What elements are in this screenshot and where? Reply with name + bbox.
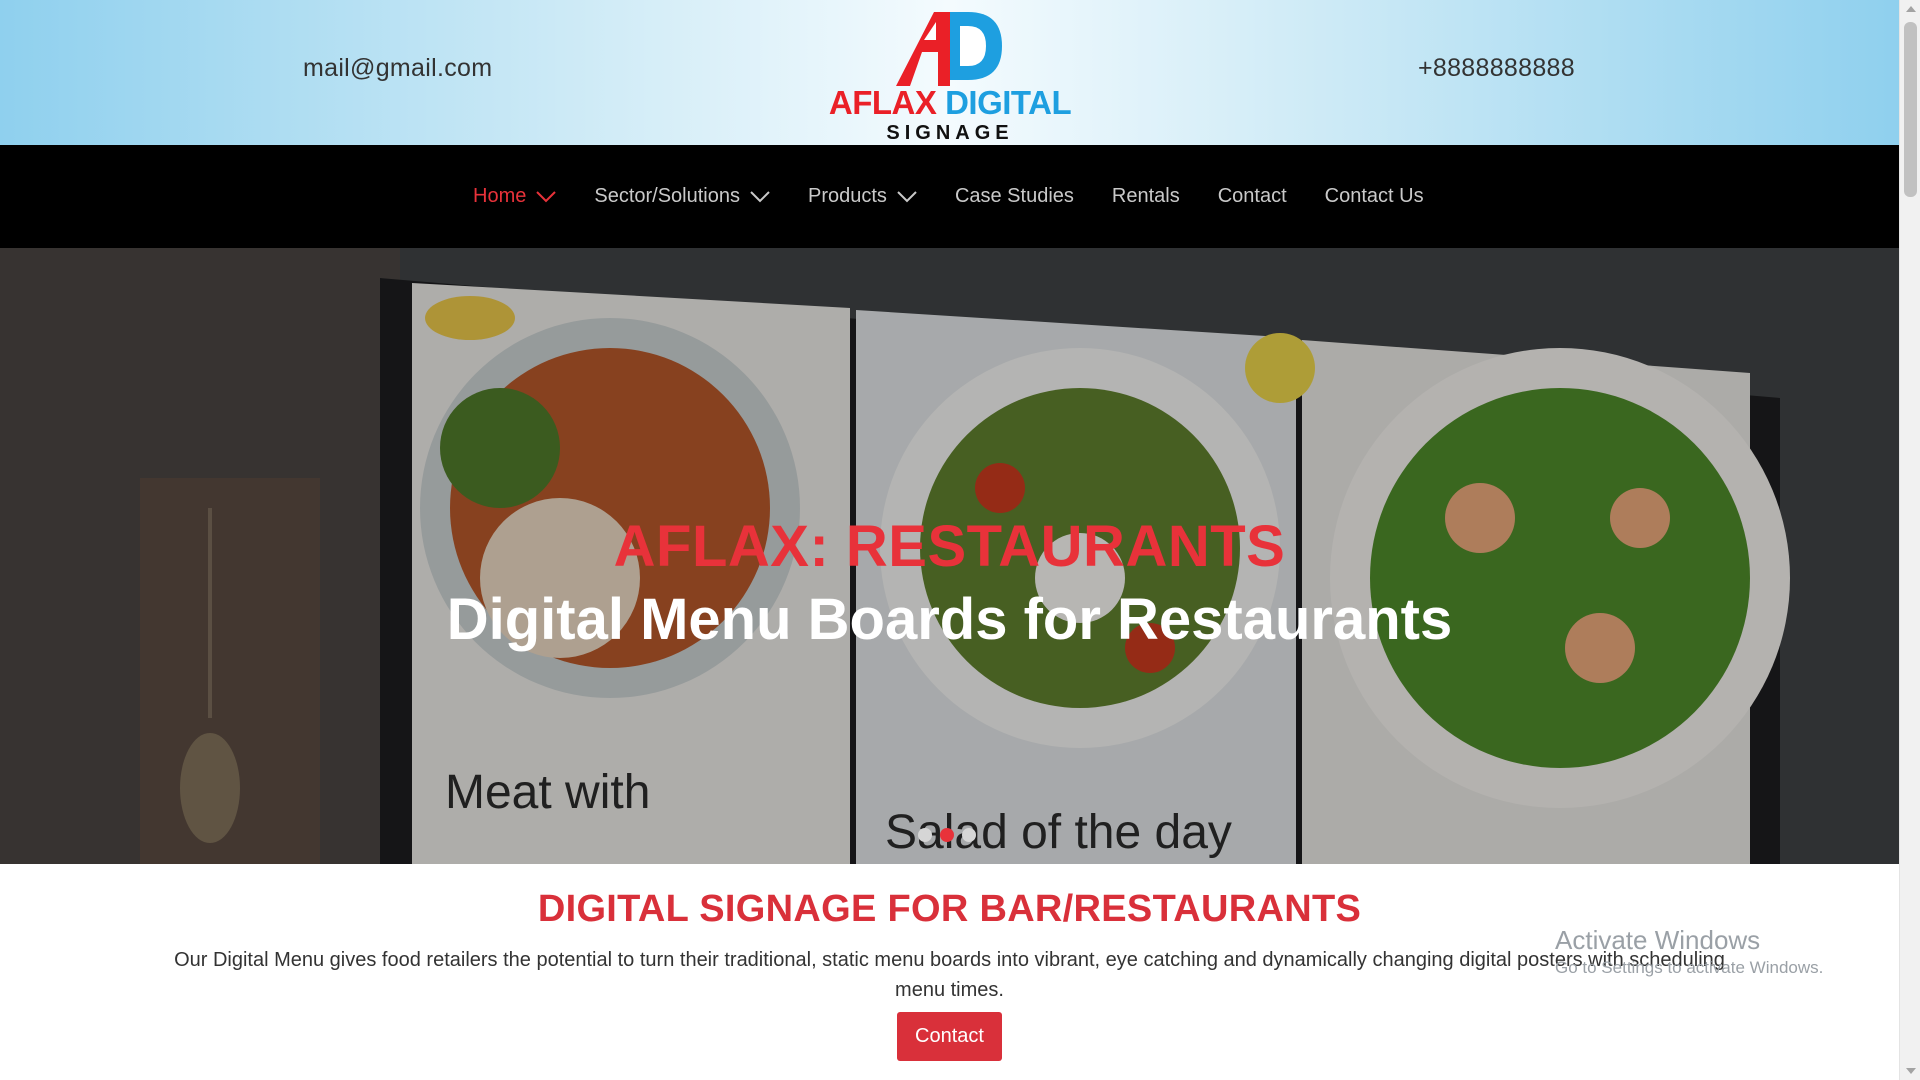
nav-item-case-studies[interactable]: Case Studies bbox=[955, 185, 1074, 208]
hero-kicker: AFLAX: RESTAURANTS bbox=[613, 514, 1286, 579]
phone-link[interactable]: +8888888888 bbox=[1418, 54, 1575, 83]
scrollbar-thumb[interactable] bbox=[1904, 22, 1917, 197]
scroll-down-arrow-icon[interactable] bbox=[1906, 1068, 1916, 1074]
nav-item-label: Case Studies bbox=[954, 185, 1074, 207]
nav-item-contact-us[interactable]: Contact Us bbox=[1325, 185, 1424, 208]
nav-item-label: Products bbox=[808, 185, 887, 207]
contact-button[interactable]: Contact bbox=[897, 1012, 1002, 1061]
nav-item-rentals[interactable]: Rentals bbox=[1112, 185, 1180, 208]
watermark-line-1: Activate Windows bbox=[1555, 925, 1761, 955]
logo-subtitle: SIGNAGE bbox=[886, 122, 1014, 144]
nav-item-home[interactable]: Home bbox=[473, 185, 557, 208]
chevron-down-icon bbox=[536, 190, 557, 202]
slider-dot-1[interactable] bbox=[918, 828, 932, 842]
email-link[interactable]: mail@gmail.com bbox=[303, 54, 492, 83]
nav-item-contact[interactable]: Contact bbox=[1218, 185, 1287, 208]
watermark-line-2: Go to Settings to activate Windows. bbox=[1555, 958, 1824, 977]
nav-item-sector-solutions[interactable]: Sector/Solutions bbox=[594, 185, 770, 208]
hero-slider: Meat with Salad of the day AFLAX: RESTAU… bbox=[0, 248, 1899, 864]
chevron-down-icon bbox=[750, 190, 770, 202]
scroll-up-arrow-icon[interactable] bbox=[1906, 6, 1916, 12]
nav-item-label: Home bbox=[473, 185, 527, 207]
logo-mark-icon bbox=[896, 12, 1002, 86]
slider-dot-3[interactable] bbox=[962, 828, 976, 842]
page: mail@gmail.com AFLAX DIGITAL SIGNAGE +88… bbox=[0, 0, 1899, 1080]
nav-item-label: Rentals bbox=[1111, 185, 1180, 207]
top-header: mail@gmail.com AFLAX DIGITAL SIGNAGE +88… bbox=[0, 0, 1899, 145]
logo-word-red: AFLAX bbox=[828, 84, 937, 121]
chevron-down-icon bbox=[897, 190, 917, 202]
section-description: Our Digital Menu gives food retailers th… bbox=[174, 949, 1725, 1001]
main-nav: Home Sector/Solutions Products Case Stud… bbox=[0, 145, 1899, 248]
nav-item-label: Contact Us bbox=[1324, 185, 1424, 207]
logo-wordmark: AFLAX DIGITAL bbox=[820, 84, 1080, 122]
nav-item-products[interactable]: Products bbox=[808, 185, 917, 208]
activate-windows-watermark: Activate Windows Go to Settings to activ… bbox=[1555, 925, 1823, 978]
page-scrollbar[interactable] bbox=[1899, 0, 1920, 1080]
slider-dot-2[interactable] bbox=[940, 828, 954, 842]
nav-item-label: Contact bbox=[1217, 185, 1287, 207]
slider-dots bbox=[918, 828, 984, 842]
site-logo[interactable]: AFLAX DIGITAL SIGNAGE bbox=[820, 8, 1080, 144]
logo-word-blue: DIGITAL bbox=[945, 84, 1072, 121]
nav-list: Home Sector/Solutions Products Case Stud… bbox=[473, 145, 1462, 248]
hero-headline: Digital Menu Boards for Restaurants bbox=[446, 587, 1453, 652]
nav-item-label: Sector/Solutions bbox=[594, 185, 740, 207]
